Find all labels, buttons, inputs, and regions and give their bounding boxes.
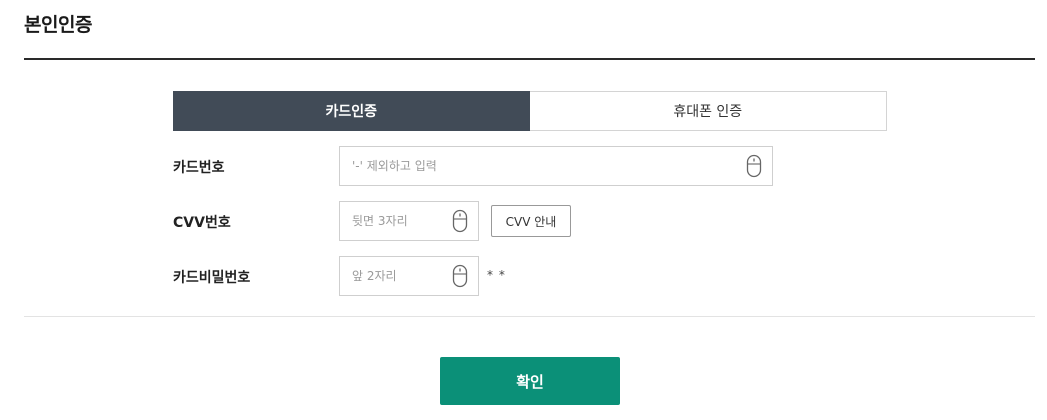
tab-card-auth[interactable]: 카드인증 — [173, 91, 530, 131]
card-password-label: 카드비밀번호 — [173, 270, 251, 286]
confirm-button[interactable]: 확인 — [440, 357, 620, 405]
card-number-input[interactable] — [340, 147, 746, 185]
title-divider — [24, 58, 1035, 60]
card-number-label: 카드번호 — [173, 160, 225, 176]
mouse-icon[interactable] — [452, 264, 468, 288]
page-title: 본인인증 — [24, 14, 92, 36]
form-divider — [24, 316, 1035, 317]
cvv-guide-button[interactable]: CVV 안내 — [491, 205, 571, 237]
tab-phone-auth[interactable]: 휴대폰 인증 — [529, 91, 887, 131]
cvv-label: CVV번호 — [173, 215, 231, 231]
card-number-field — [339, 146, 773, 186]
cvv-field — [339, 201, 479, 241]
mouse-icon[interactable] — [452, 209, 468, 233]
card-password-field — [339, 256, 479, 296]
password-masked-suffix: * * — [487, 268, 506, 282]
card-password-input[interactable] — [340, 257, 452, 295]
cvv-input[interactable] — [340, 202, 452, 240]
auth-tabs: 카드인증 휴대폰 인증 — [173, 91, 887, 131]
mouse-icon[interactable] — [746, 154, 762, 178]
